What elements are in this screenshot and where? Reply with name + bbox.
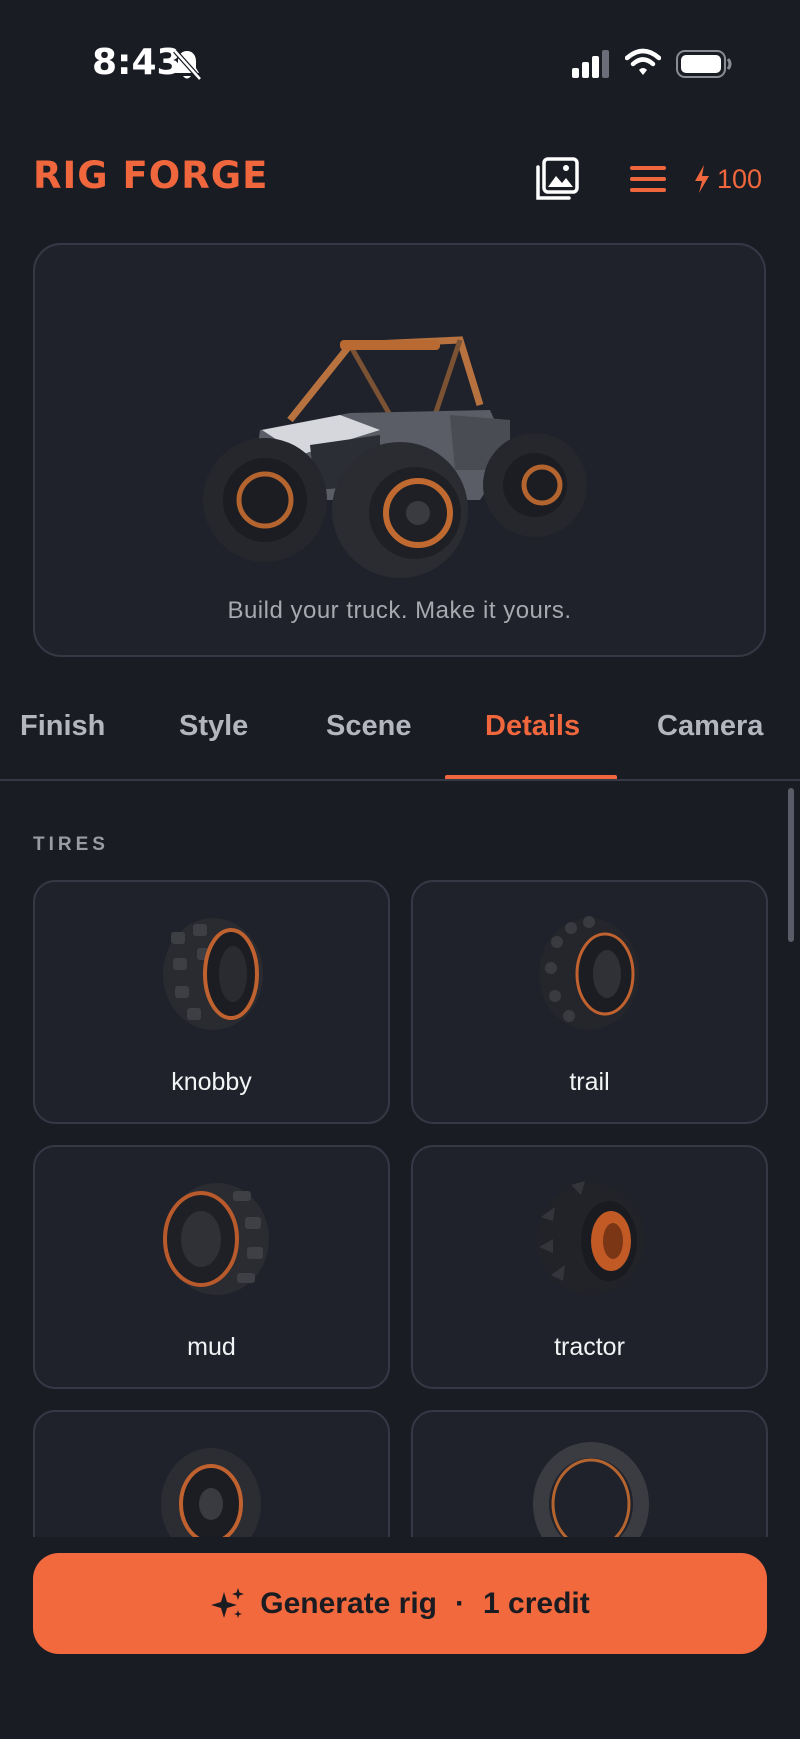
status-time: 8:43	[92, 42, 182, 83]
tab-details[interactable]: Details	[485, 710, 580, 743]
mud-tire-image	[163, 1183, 269, 1295]
tire-options-grid: knobby trail mud tractor	[0, 880, 800, 1537]
credits-count: 100	[717, 163, 763, 194]
tire-label: mud	[187, 1333, 236, 1361]
menu-button[interactable]	[628, 164, 668, 194]
wifi-icon	[625, 48, 661, 75]
gallery-button[interactable]	[534, 156, 580, 202]
credits-balance[interactable]: 100	[693, 160, 762, 198]
tire-image	[161, 1448, 261, 1537]
tire-option-tractor[interactable]: tractor	[411, 1145, 768, 1389]
hamburger-icon	[630, 166, 666, 192]
truck-image	[203, 336, 587, 578]
generate-label: Generate rig	[260, 1586, 437, 1620]
hero-tagline: Build your truck. Make it yours.	[227, 597, 572, 624]
tire-label: knobby	[171, 1068, 252, 1096]
tractor-tire-image	[537, 1181, 645, 1295]
tab-style[interactable]: Style	[179, 710, 248, 743]
tab-scene[interactable]: Scene	[326, 710, 411, 743]
app-logo: RIG FORGE	[33, 154, 269, 197]
sparkles-icon	[211, 1587, 245, 1618]
battery-icon	[676, 50, 732, 78]
hero-card: Build your truck. Make it yours.	[33, 243, 766, 657]
tire-label: trail	[569, 1068, 610, 1096]
tire-label: tractor	[554, 1333, 625, 1361]
tire-option-mud[interactable]: mud	[33, 1145, 390, 1389]
trail-tire-image	[539, 916, 639, 1030]
category-tabs: Finish Style Scene Details Camera	[0, 700, 800, 780]
tab-camera[interactable]: Camera	[657, 710, 763, 743]
bell-muted-icon	[173, 49, 202, 81]
section-label-tires: TIRES	[33, 834, 109, 855]
gallery-icon	[536, 157, 579, 200]
lightning-bolt-icon	[695, 165, 709, 193]
knobby-tire-image	[163, 918, 263, 1030]
separator-dot: ·	[455, 1586, 465, 1620]
tire-option[interactable]	[411, 1410, 768, 1537]
tire-option-knobby[interactable]: knobby	[33, 880, 390, 1124]
tire-image	[533, 1442, 649, 1537]
tab-finish[interactable]: Finish	[20, 710, 105, 743]
status-bar: 8:43	[0, 0, 800, 130]
divider	[0, 779, 800, 781]
cellular-signal-icon	[572, 50, 609, 78]
generate-button[interactable]: Generate rig · 1 credit	[33, 1553, 767, 1654]
generate-cost: 1 credit	[483, 1586, 590, 1620]
tire-option-trail[interactable]: trail	[411, 880, 768, 1124]
tire-option[interactable]	[33, 1410, 390, 1537]
